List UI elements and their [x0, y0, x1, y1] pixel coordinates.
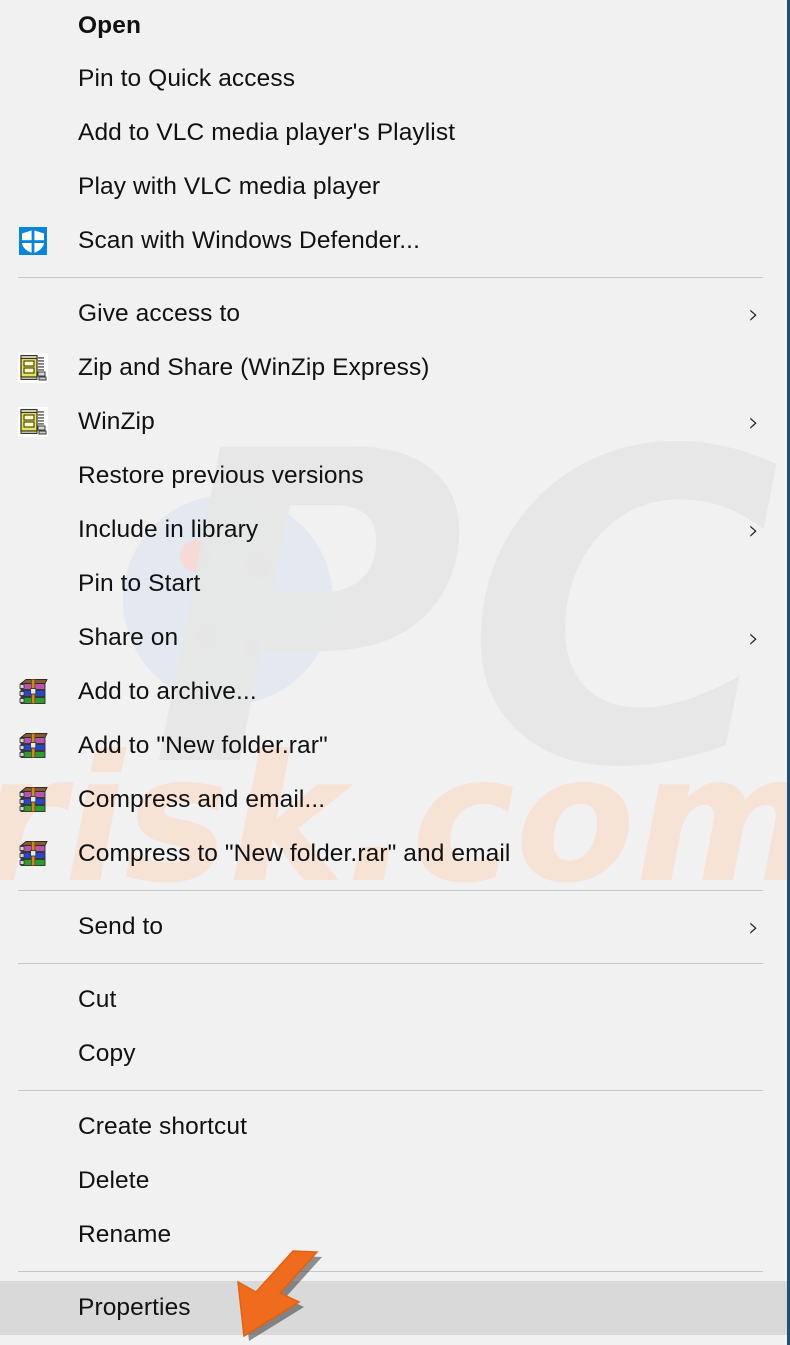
menu-separator [18, 963, 763, 964]
menu-item-zip-and-share-winzip-express[interactable]: Zip and Share (WinZip Express) [0, 341, 787, 395]
menu-item-label: Open [78, 11, 142, 39]
menu-item-label: Scan with Windows Defender... [78, 226, 420, 254]
menu-item-pin-to-quick-access[interactable]: Pin to Quick access [0, 52, 787, 106]
menu-item-add-to-new-folder-rar[interactable]: Add to "New folder.rar" [0, 719, 787, 773]
menu-item-create-shortcut[interactable]: Create shortcut [0, 1100, 787, 1154]
menu-item-copy[interactable]: Copy [0, 1027, 787, 1081]
winzip-icon [18, 353, 48, 383]
menu-item-icon-placeholder [18, 515, 48, 545]
menu-item-pin-to-start[interactable]: Pin to Start [0, 557, 787, 611]
chevron-right-icon: › [748, 514, 759, 546]
menu-item-icon-placeholder [18, 623, 48, 653]
menu-item-compress-and-email[interactable]: Compress and email... [0, 773, 787, 827]
menu-item-share-on[interactable]: Share on › [0, 611, 787, 665]
menu-separator [18, 277, 763, 278]
menu-item-icon-placeholder [18, 1293, 48, 1323]
menu-item-cut[interactable]: Cut [0, 973, 787, 1027]
menu-item-rename[interactable]: Rename [0, 1208, 787, 1262]
menu-item-open[interactable]: Open [0, 0, 787, 52]
menu-item-label: Create shortcut [78, 1112, 247, 1140]
menu-item-add-to-archive[interactable]: Add to archive... [0, 665, 787, 719]
menu-item-icon-placeholder [18, 1166, 48, 1196]
winrar-icon [18, 785, 48, 815]
menu-item-scan-with-windows-defender[interactable]: Scan with Windows Defender... [0, 214, 787, 268]
menu-item-include-in-library[interactable]: Include in library › [0, 503, 787, 557]
menu-item-winzip[interactable]: WinZip › [0, 395, 787, 449]
menu-item-label: Pin to Start [78, 569, 201, 597]
menu-item-label: Delete [78, 1166, 150, 1194]
menu-item-icon-placeholder [18, 64, 48, 94]
menu-item-label: Pin to Quick access [78, 64, 296, 92]
winrar-icon [18, 839, 48, 869]
menu-item-restore-previous-versions[interactable]: Restore previous versions [0, 449, 787, 503]
context-menu: PC risk.com Open Pin to Quick access Add t… [0, 0, 790, 1345]
menu-item-play-with-vlc-media-player[interactable]: Play with VLC media player [0, 160, 787, 214]
menu-item-add-to-vlc-media-player-s-playlist[interactable]: Add to VLC media player's Playlist [0, 106, 787, 160]
menu-item-label: Add to archive... [78, 677, 257, 705]
menu-item-compress-to-new-folder-rar-and-email[interactable]: Compress to "New folder.rar" and email [0, 827, 787, 881]
winzip-icon [18, 407, 48, 437]
menu-item-icon-placeholder [18, 912, 48, 942]
menu-item-send-to[interactable]: Send to › [0, 900, 787, 954]
menu-item-icon-placeholder [18, 299, 48, 329]
menu-item-icon-placeholder [18, 1039, 48, 1069]
menu-item-icon-placeholder [18, 985, 48, 1015]
menu-separator [18, 890, 763, 891]
menu-item-label: Restore previous versions [78, 461, 364, 489]
menu-item-label: Include in library [78, 515, 259, 543]
menu-item-label: Share on [78, 623, 179, 651]
winrar-icon [18, 677, 48, 707]
chevron-right-icon: › [748, 298, 759, 330]
menu-separator [18, 1271, 763, 1272]
menu-item-delete[interactable]: Delete [0, 1154, 787, 1208]
menu-item-icon-placeholder [18, 11, 48, 41]
menu-item-label: Give access to [78, 299, 241, 327]
chevron-right-icon: › [748, 406, 759, 438]
menu-item-label: Zip and Share (WinZip Express) [78, 353, 430, 381]
chevron-right-icon: › [748, 622, 759, 654]
winrar-icon [18, 731, 48, 761]
menu-item-icon-placeholder [18, 1220, 48, 1250]
menu-item-icon-placeholder [18, 1112, 48, 1142]
menu-item-label: Copy [78, 1039, 136, 1067]
chevron-right-icon: › [748, 911, 759, 943]
menu-item-label: Add to "New folder.rar" [78, 731, 328, 759]
menu-item-label: Cut [78, 985, 117, 1013]
menu-item-label: Send to [78, 912, 164, 940]
menu-group-container: Open Pin to Quick access Add to VLC media … [0, 0, 787, 1335]
menu-item-icon-placeholder [18, 569, 48, 599]
menu-item-label: Compress and email... [78, 785, 326, 813]
menu-item-icon-placeholder [18, 461, 48, 491]
menu-item-properties[interactable]: Properties [0, 1281, 787, 1335]
menu-item-give-access-to[interactable]: Give access to › [0, 287, 787, 341]
menu-item-label: Add to VLC media player's Playlist [78, 118, 456, 146]
menu-item-label: Play with VLC media player [78, 172, 381, 200]
menu-item-icon-placeholder [18, 118, 48, 148]
menu-item-label: Compress to "New folder.rar" and email [78, 839, 511, 867]
menu-item-label: Properties [78, 1293, 191, 1321]
menu-item-label: WinZip [78, 407, 155, 435]
menu-item-icon-placeholder [18, 172, 48, 202]
menu-separator [18, 1090, 763, 1091]
menu-item-label: Rename [78, 1220, 172, 1248]
windows-defender-shield-icon [18, 226, 48, 256]
